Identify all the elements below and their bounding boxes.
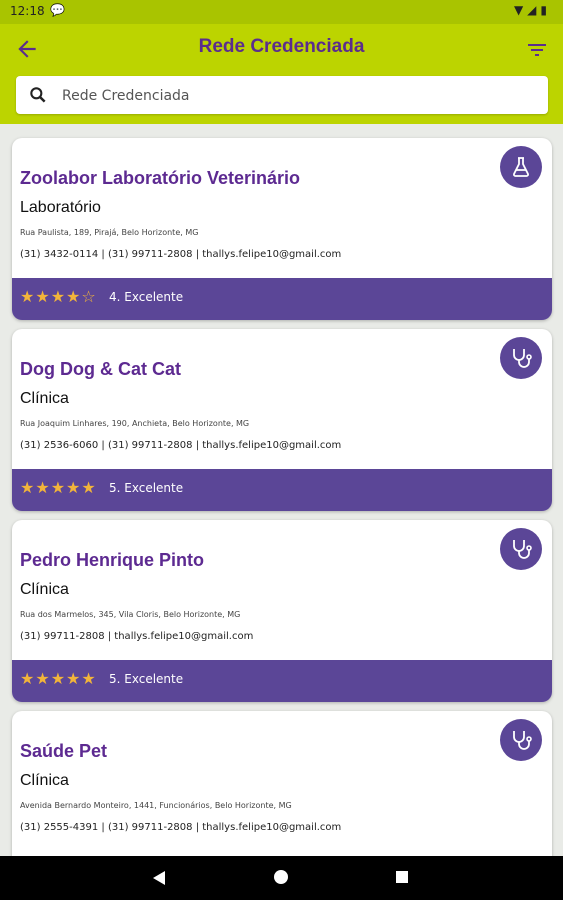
- rating-bar: ★★★★★ 5. Excelente: [12, 469, 552, 511]
- system-status-icons: ▼◢▮: [513, 3, 551, 17]
- provider-name: Zoolabor Laboratório Veterinário: [20, 168, 301, 188]
- status-bar: 12:18 💬 ▼◢▮: [0, 0, 563, 24]
- search-bar[interactable]: [16, 76, 548, 116]
- provider-type: Clínica: [20, 581, 69, 598]
- stethoscope-icon: [500, 719, 542, 761]
- provider-name: Dog Dog & Cat Cat: [20, 359, 181, 379]
- system-nav-bar: [0, 856, 563, 900]
- filter-icon[interactable]: [525, 38, 549, 62]
- nav-home-icon[interactable]: [274, 870, 288, 884]
- flask-icon: [500, 146, 542, 188]
- provider-card[interactable]: Zoolabor Laboratório Veterinário Laborat…: [12, 138, 552, 320]
- provider-type: Clínica: [20, 390, 69, 407]
- provider-card[interactable]: Saúde Pet Clínica Avenida Bernardo Monte…: [12, 711, 552, 856]
- app-bar: Rede Credenciada: [0, 24, 563, 124]
- provider-name: Pedro Henrique Pinto: [20, 550, 205, 570]
- provider-type: Laboratório: [20, 199, 101, 216]
- stethoscope-icon: [500, 337, 542, 379]
- provider-name: Saúde Pet: [20, 741, 108, 761]
- provider-contacts: (31) 3432-0114 | (31) 99711-2808 | thall…: [20, 249, 342, 260]
- status-time: 12:18: [10, 4, 45, 18]
- search-icon: [30, 87, 46, 103]
- rating-label: 5. Excelente: [109, 481, 184, 495]
- provider-list[interactable]: Zoolabor Laboratório Veterinário Laborat…: [0, 124, 563, 856]
- provider-address: Rua Paulista, 189, Pirajá, Belo Horizont…: [20, 228, 199, 237]
- rating-label: 4. Excelente: [109, 290, 184, 304]
- chat-icon: 💬: [50, 3, 65, 17]
- star-rating: ★★★★★: [20, 478, 97, 497]
- provider-address: Rua dos Marmelos, 345, Vila Cloris, Belo…: [20, 610, 241, 619]
- nav-back-icon[interactable]: [152, 870, 166, 886]
- star-rating: ★★★★☆: [20, 287, 97, 306]
- search-input[interactable]: [60, 76, 534, 116]
- stethoscope-icon: [500, 528, 542, 570]
- nav-recents-icon[interactable]: [396, 871, 408, 883]
- provider-contacts: (31) 99711-2808 | thallys.felipe10@gmail…: [20, 631, 254, 642]
- star-rating: ★★★★★: [20, 669, 97, 688]
- rating-label: 5. Excelente: [109, 672, 184, 686]
- provider-type: Clínica: [20, 772, 69, 789]
- page-title: Rede Credenciada: [198, 36, 365, 57]
- provider-contacts: (31) 2555-4391 | (31) 99711-2808 | thall…: [20, 822, 342, 833]
- provider-contacts: (31) 2536-6060 | (31) 99711-2808 | thall…: [20, 440, 342, 451]
- provider-address: Avenida Bernardo Monteiro, 1441, Funcion…: [20, 801, 292, 810]
- provider-card[interactable]: Dog Dog & Cat Cat Clínica Rua Joaquim Li…: [12, 329, 552, 511]
- rating-bar: ★★★★☆ 4. Excelente: [12, 278, 552, 320]
- rating-bar: ★★★★★ 5. Excelente: [12, 660, 552, 702]
- provider-card[interactable]: Pedro Henrique Pinto Clínica Rua dos Mar…: [12, 520, 552, 702]
- provider-address: Rua Joaquim Linhares, 190, Anchieta, Bel…: [20, 419, 250, 428]
